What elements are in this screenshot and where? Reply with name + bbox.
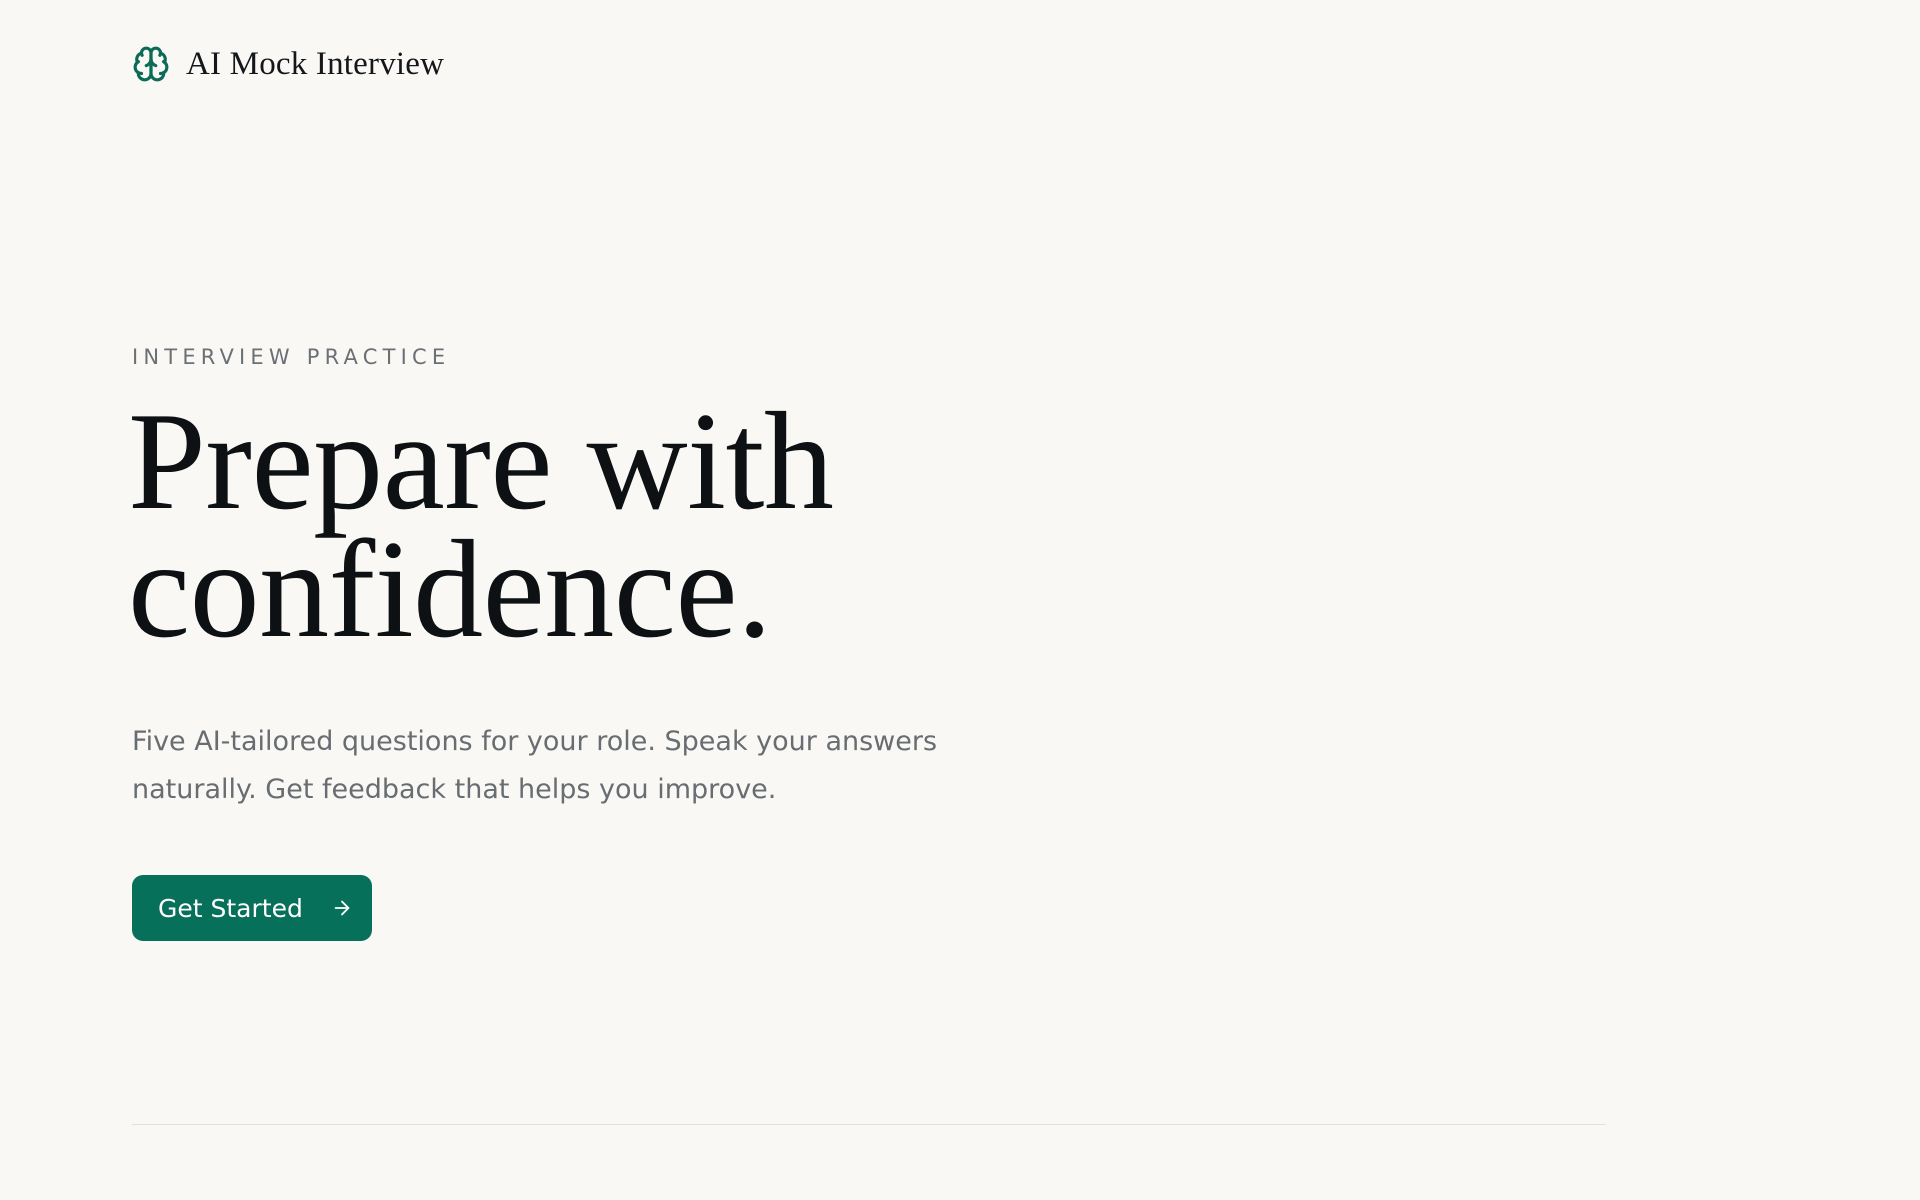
hero-headline: Prepare with confidence. bbox=[128, 384, 834, 667]
arrow-right-icon bbox=[334, 900, 350, 916]
get-started-label: Get Started bbox=[158, 893, 303, 923]
brain-icon bbox=[133, 46, 169, 82]
headline-line-1: Prepare with bbox=[128, 384, 834, 539]
get-started-button[interactable]: Get Started bbox=[132, 875, 372, 941]
section-divider bbox=[132, 1124, 1606, 1125]
hero-description: Five AI-tailored questions for your role… bbox=[132, 718, 1032, 814]
site-header: AI Mock Interview bbox=[132, 40, 444, 88]
eyebrow-label: INTERVIEW PRACTICE bbox=[132, 345, 451, 369]
description-line-2: naturally. Get feedback that helps you i… bbox=[132, 774, 777, 805]
description-line-1: Five AI-tailored questions for your role… bbox=[132, 726, 938, 757]
brand-name[interactable]: AI Mock Interview bbox=[186, 46, 444, 83]
headline-line-2: confidence. bbox=[128, 512, 772, 667]
